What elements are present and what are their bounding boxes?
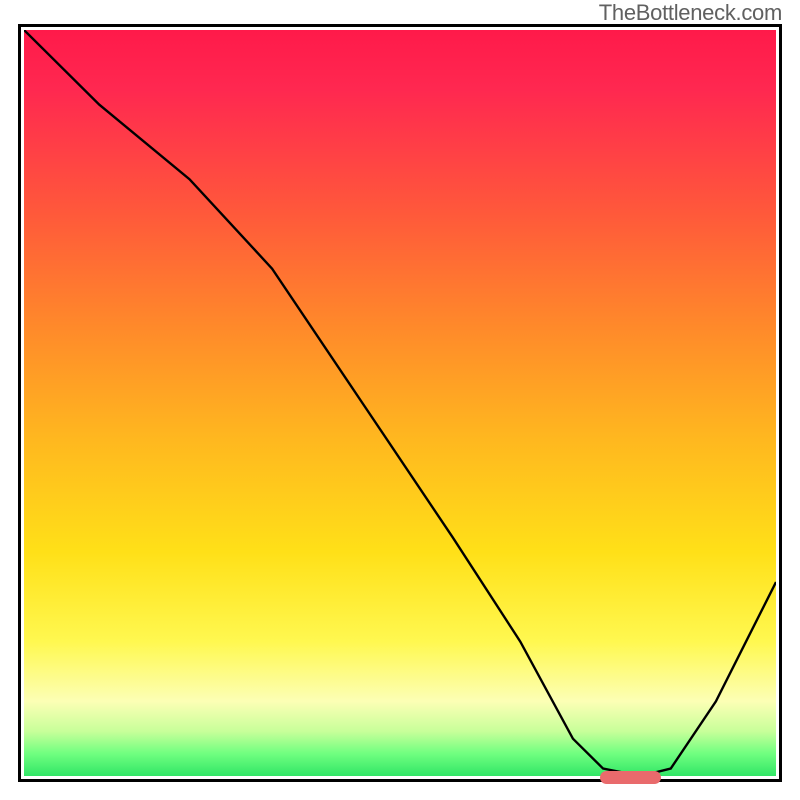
bottleneck-line [24, 30, 776, 776]
optimum-marker [600, 771, 661, 784]
watermark-text: TheBottleneck.com [599, 0, 782, 26]
chart-frame [18, 24, 782, 782]
plot-area [24, 30, 776, 776]
